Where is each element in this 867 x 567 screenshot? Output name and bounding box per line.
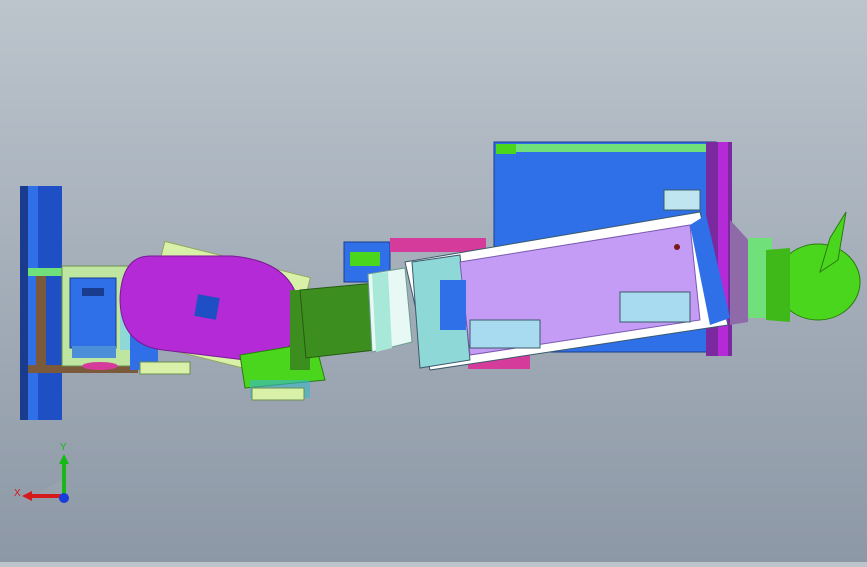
z-axis-dot bbox=[59, 493, 69, 503]
y-axis-label: Y bbox=[60, 442, 67, 453]
robot-arm-model[interactable] bbox=[0, 0, 867, 562]
base-motor[interactable] bbox=[61, 265, 133, 370]
3d-viewport[interactable]: Y X bbox=[0, 0, 867, 562]
coordinate-triad: Y X bbox=[14, 442, 69, 503]
gripper[interactable] bbox=[730, 211, 861, 325]
wrist-cylinder[interactable] bbox=[367, 267, 413, 353]
x-axis-label: X bbox=[14, 488, 21, 499]
forearm-shaft[interactable] bbox=[299, 282, 376, 359]
